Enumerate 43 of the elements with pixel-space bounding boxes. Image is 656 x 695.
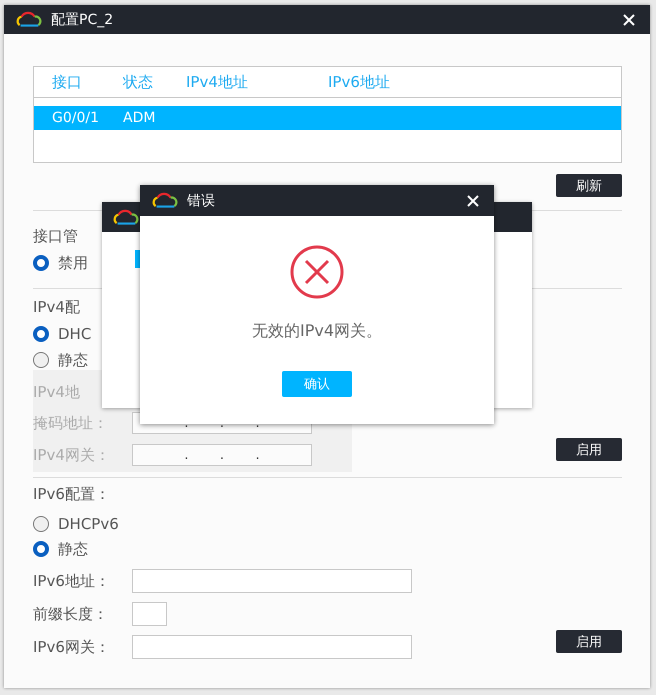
field-label: IPv4网关：: [33, 446, 111, 464]
window-title: 配置PC_2: [51, 10, 114, 28]
cloud-logo-icon: [151, 192, 179, 209]
section-label: 接口管: [33, 226, 79, 246]
input-field[interactable]: [132, 635, 412, 659]
close-icon[interactable]: [467, 194, 479, 206]
ip-separator: .: [184, 415, 189, 433]
cloud-logo-icon: [15, 11, 43, 28]
radio-label: DHC: [58, 325, 92, 343]
ip-separator: .: [220, 415, 224, 433]
radio-label: 静态: [58, 540, 88, 558]
column-header: 状态: [123, 72, 153, 92]
section-label: IPv4配: [33, 297, 81, 317]
apply-button[interactable]: 启用: [556, 630, 622, 653]
column-header: IPv6地址: [328, 72, 390, 92]
radio-label: 静态: [58, 350, 88, 370]
input-field[interactable]: [132, 602, 167, 626]
radio-button[interactable]: [33, 255, 49, 271]
error-icon: [290, 245, 344, 299]
input-field[interactable]: [132, 569, 412, 593]
table-cell: ADM: [123, 110, 156, 126]
close-icon[interactable]: [623, 14, 635, 26]
field-label: IPv6网关：: [33, 638, 111, 656]
error-message: 无效的IPv4网关。: [252, 321, 382, 342]
field-label: IPv6地址：: [33, 572, 111, 590]
dialog-title: 错误: [187, 192, 215, 210]
cloud-logo-icon: [112, 208, 140, 226]
radio-label: DHCPv6: [58, 515, 119, 533]
radio-label: 禁用: [58, 254, 88, 272]
table-cell: G0/0/1: [52, 110, 100, 126]
ip-separator: .: [255, 415, 260, 433]
ip-separator: .: [220, 447, 224, 465]
ip-separator: .: [255, 447, 260, 465]
field-label: 前缀长度：: [33, 604, 109, 624]
column-header: IPv4地址: [186, 72, 248, 92]
radio-button[interactable]: [33, 541, 49, 557]
refresh-button[interactable]: 刷新: [556, 174, 622, 197]
ip-separator: .: [184, 447, 189, 465]
column-header: 接口: [52, 72, 82, 92]
section-label: IPv6配置：: [33, 484, 111, 504]
field-label: 掩码地址：: [33, 414, 109, 432]
radio-button[interactable]: [33, 516, 49, 532]
field-label: IPv4地: [33, 382, 81, 402]
